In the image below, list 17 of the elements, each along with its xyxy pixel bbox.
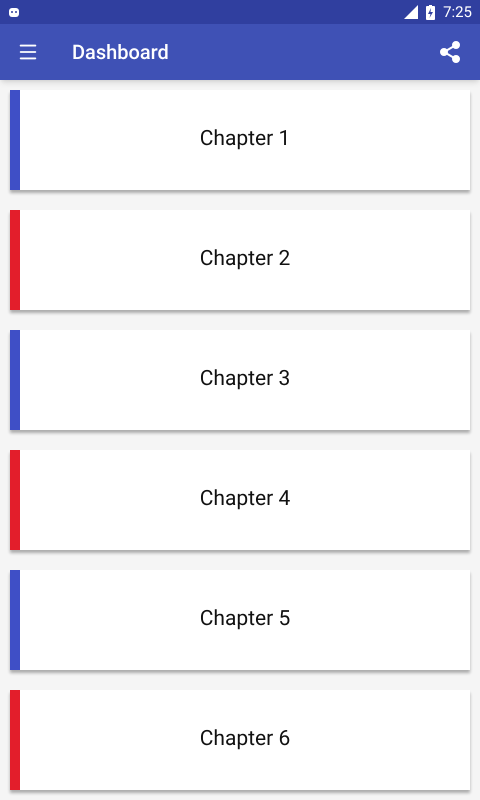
chapter-card[interactable]: Chapter 6	[10, 690, 470, 790]
clock: 7:25	[443, 2, 472, 23]
chapter-title: Chapter 1	[200, 126, 290, 154]
chapter-title: Chapter 5	[200, 606, 290, 634]
chapter-title: Chapter 4	[200, 486, 290, 514]
battery-icon	[426, 4, 436, 20]
chapter-title: Chapter 2	[200, 246, 290, 274]
chapter-card[interactable]: Chapter 1	[10, 90, 470, 190]
chapter-title: Chapter 3	[200, 366, 290, 394]
chapter-title: Chapter 6	[200, 726, 290, 754]
chapter-card[interactable]: Chapter 3	[10, 330, 470, 430]
chapter-card[interactable]: Chapter 5	[10, 570, 470, 670]
toolbar-title: Dashboard	[72, 39, 169, 66]
signal-icon	[404, 5, 418, 19]
chapter-card[interactable]: Chapter 4	[10, 450, 470, 550]
chapter-card[interactable]: Chapter 2	[10, 210, 470, 310]
android-icon	[8, 6, 20, 18]
